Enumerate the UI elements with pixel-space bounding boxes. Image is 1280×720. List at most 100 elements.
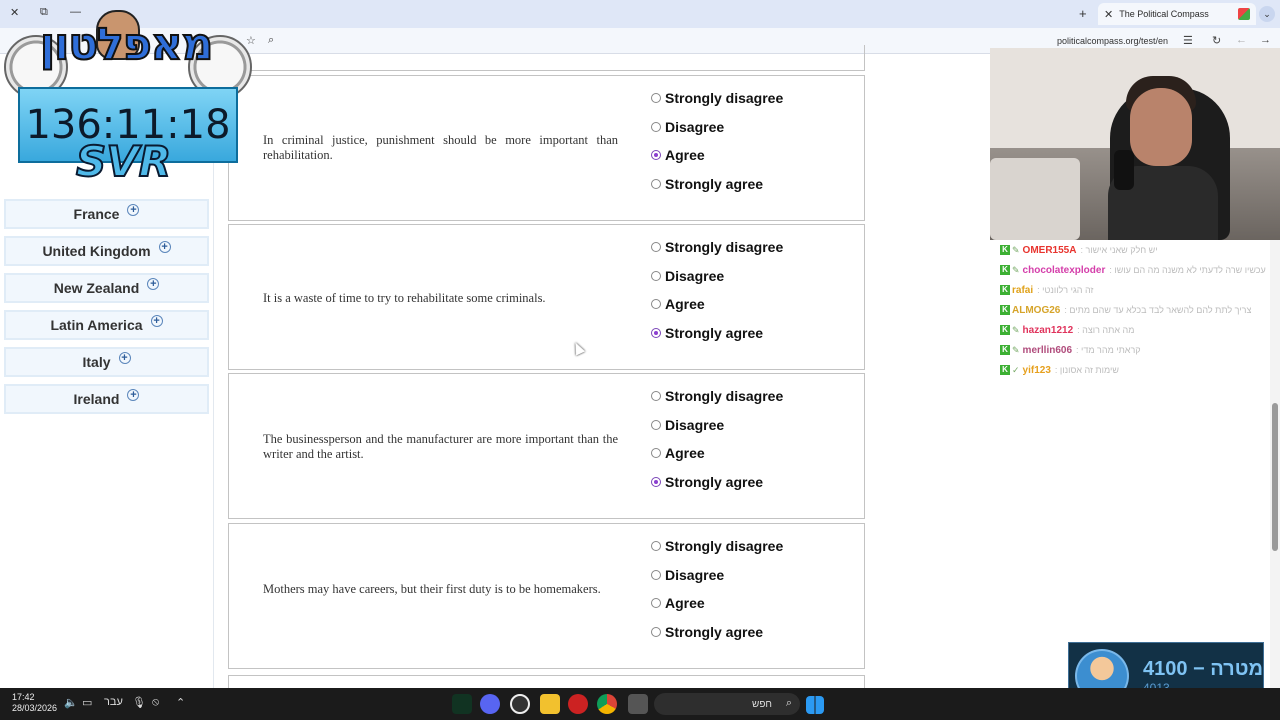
expand-plus-icon[interactable]: + [147,278,160,290]
chat-message: K ALMOG26 : צריך לתת להם להשאר לבד בכלא … [1000,300,1280,320]
kick-badge-icon: K [1000,365,1010,375]
radio-button-selected[interactable] [651,477,661,487]
sidebar-item-new-zealand[interactable]: New Zealand + [4,273,209,303]
expand-plus-icon[interactable]: + [127,204,140,216]
sidebar-item-label: France [73,206,120,222]
option-strongly-agree[interactable]: Strongly agree [651,325,763,341]
radio-button[interactable] [651,598,661,608]
tab-search-button[interactable]: ⌄ [1259,6,1275,22]
expand-plus-icon[interactable]: + [158,241,171,253]
option-label: Strongly disagree [665,90,784,106]
question-box: The businessperson and the manufacturer … [228,373,865,519]
badge-icon: ✎ [1012,344,1020,355]
option-agree[interactable]: Agree [651,296,705,312]
close-tab-icon[interactable]: ✕ [1104,8,1113,21]
option-strongly-disagree[interactable]: Strongly disagree [651,388,783,404]
volume-icon[interactable]: 🔈 [64,696,78,709]
option-strongly-disagree[interactable]: Strongly disagree [651,90,783,106]
stream-chat: K ✎ OMER155A : יש חלק שאני אישור K ✎ choco… [1000,240,1280,380]
reload-icon[interactable]: ↻ [1212,34,1221,47]
expand-plus-icon[interactable]: + [127,389,140,401]
option-disagree[interactable]: Disagree [651,119,724,135]
webcam-person-head [1130,88,1192,166]
option-label: Agree [665,296,705,312]
scrollbar-thumb[interactable] [1272,403,1278,551]
chat-username: OMER155A [1022,244,1077,256]
chat-message: K ✓ yif123 : שימות זה אסונון [1000,360,1280,380]
radio-button-selected[interactable] [651,150,661,160]
expand-plus-icon[interactable]: + [118,352,131,364]
sidebar-item-latin-america[interactable]: Latin America + [4,310,209,340]
radio-button[interactable] [651,448,661,458]
option-label: Strongly agree [665,325,764,341]
option-disagree[interactable]: Disagree [651,268,724,284]
question-box: It is a waste of time to try to rehabili… [228,224,865,370]
back-icon[interactable]: → [1260,34,1271,46]
network-icon[interactable]: ▭ [82,696,92,709]
radio-button[interactable] [651,570,661,580]
option-strongly-agree[interactable]: Strongly agree [651,474,763,490]
radio-button[interactable] [651,93,661,103]
expand-plus-icon[interactable]: + [150,315,163,327]
radio-button[interactable] [651,242,661,252]
taskbar-clock[interactable]: 17:42 28/03/2026 [12,692,57,714]
radio-button[interactable] [651,627,661,637]
option-label: Agree [665,445,705,461]
notifications-off-icon[interactable]: ⦸ [152,696,159,709]
chrome-icon[interactable] [597,694,617,714]
forward-icon[interactable]: ← [1236,34,1247,46]
kick-badge-icon: K [1000,265,1010,275]
option-label: Disagree [665,119,725,135]
media-player-icon[interactable] [510,694,530,714]
radio-button[interactable] [651,271,661,281]
radio-button[interactable] [651,179,661,189]
app-icon[interactable] [568,694,588,714]
option-strongly-disagree[interactable]: Strongly disagree [651,538,783,554]
option-label: Agree [665,147,705,163]
tab-political-compass[interactable]: ✕ The Political Compass [1098,3,1256,25]
chat-text: : עכשיו שרה לדעתי לא משנה מה הם עושו [1109,265,1266,275]
option-label: Strongly disagree [665,538,784,554]
kick-badge-icon: K [1000,285,1010,295]
sidebar-item-france[interactable]: France + [4,199,209,229]
option-strongly-agree[interactable]: Strongly agree [651,176,763,192]
chat-message: K ✎ hazan1212 : מה אתה רוצה [1000,320,1280,340]
sidebar-item-italy[interactable]: Italy + [4,347,209,377]
start-menu-icon[interactable] [806,696,824,714]
address-bar[interactable]: politicalcompass.org/test/en [1057,36,1168,46]
microphone-icon[interactable]: 🎙 [132,696,146,709]
question-box: Mothers may have careers, but their firs… [228,523,865,669]
radio-button[interactable] [651,420,661,430]
option-agree[interactable]: Agree [651,147,705,163]
language-indicator[interactable]: עבר [104,696,123,708]
chat-text: : קראתי מהר מדי [1076,345,1141,355]
radio-button-selected[interactable] [651,328,661,338]
question-text: Mothers may have careers, but their firs… [263,582,601,596]
sidebar-item-united-kingdom[interactable]: United Kingdom + [4,236,209,266]
option-agree[interactable]: Agree [651,445,705,461]
option-strongly-agree[interactable]: Strongly agree [651,624,763,640]
option-strongly-disagree[interactable]: Strongly disagree [651,239,783,255]
webcam-overlay [990,48,1280,240]
favicon-icon [1238,8,1250,20]
sidebar-item-ireland[interactable]: Ireland + [4,384,209,414]
new-tab-button[interactable]: + [1079,6,1087,21]
file-explorer-icon[interactable] [540,694,560,714]
option-agree[interactable]: Agree [651,595,705,611]
kick-badge-icon: K [1000,305,1010,315]
option-disagree[interactable]: Disagree [651,417,724,433]
taskbar-search[interactable]: חפש ⌕ [654,693,800,715]
radio-button[interactable] [651,391,661,401]
discord-icon[interactable] [480,694,500,714]
show-hidden-icons-icon[interactable]: ⌃ [176,696,185,709]
radio-button[interactable] [651,122,661,132]
task-view-icon[interactable] [628,694,648,714]
radio-button[interactable] [651,541,661,551]
site-settings-icon[interactable]: ☰ [1183,34,1193,47]
option-disagree[interactable]: Disagree [651,567,724,583]
chat-username: merllin606 [1022,344,1073,356]
sidebar-item-label: New Zealand [53,280,140,296]
badge-icon: ✎ [1012,324,1020,335]
app-icon[interactable] [452,694,472,714]
radio-button[interactable] [651,299,661,309]
